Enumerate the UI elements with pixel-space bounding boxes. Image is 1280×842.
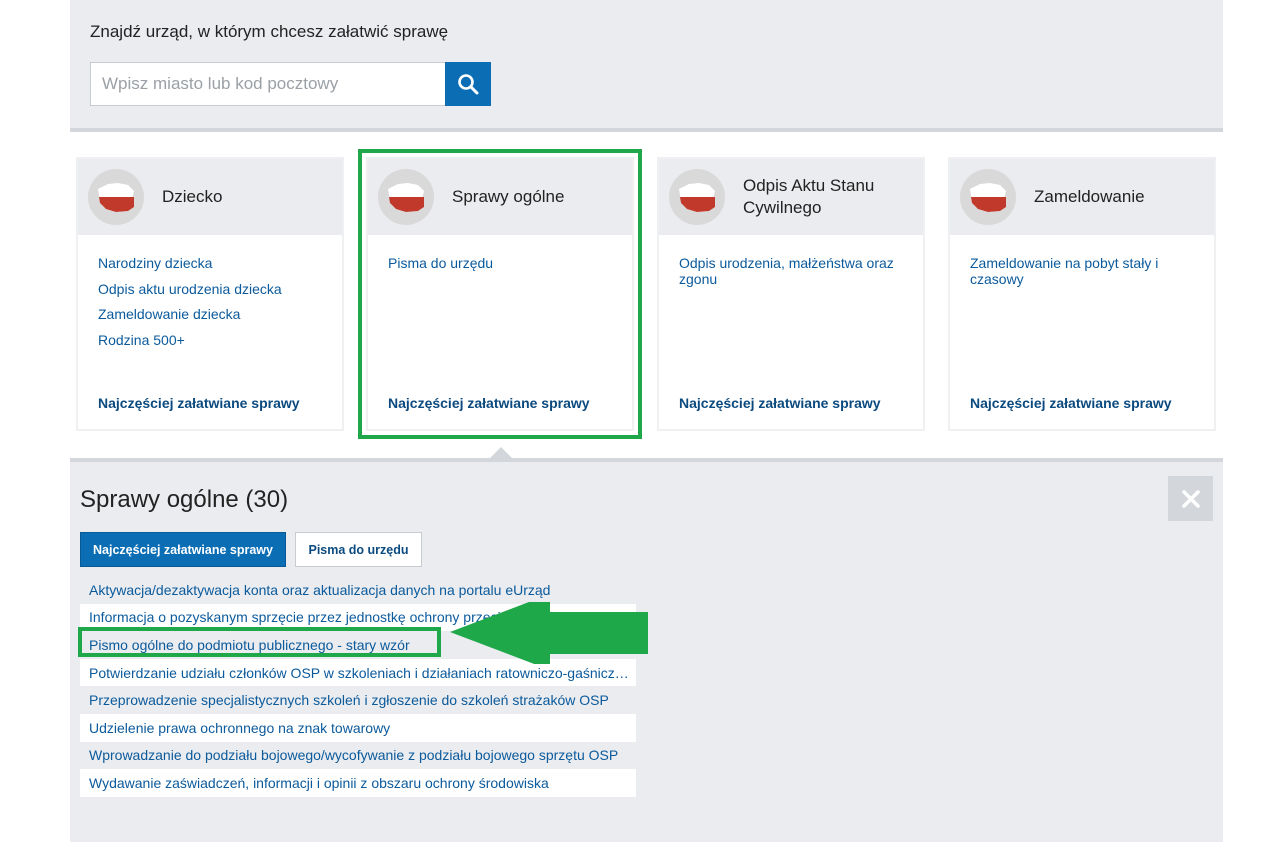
- tab-najczesciej[interactable]: Najczęściej załatwiane sprawy: [80, 532, 286, 567]
- card-link-zameldowanie-dziecka[interactable]: Zameldowanie dziecka: [98, 306, 322, 322]
- list-item[interactable]: Wprowadzanie do podziału bojowego/wycofy…: [80, 742, 636, 770]
- card-link-rodzina-500[interactable]: Rodzina 500+: [98, 332, 322, 348]
- search-panel: Znajdź urząd, w którym chcesz załatwić s…: [70, 0, 1223, 132]
- poland-map-icon: [960, 169, 1016, 225]
- card-dziecko[interactable]: Dziecko Narodziny dziecka Odpis aktu uro…: [76, 157, 344, 431]
- close-button[interactable]: [1168, 476, 1213, 521]
- card-link-odpis-urodzenia[interactable]: Odpis urodzenia, małżeństwa oraz zgonu: [679, 255, 903, 287]
- card-title: Dziecko: [162, 187, 223, 206]
- poland-map-icon: [88, 169, 144, 225]
- list-item[interactable]: Przeprowadzenie specjalistycznych szkole…: [80, 686, 636, 714]
- card-odpis-aktu-stanu[interactable]: Odpis Aktu Stanu Cywilnego Odpis urodzen…: [657, 157, 925, 431]
- search-button[interactable]: [445, 62, 491, 106]
- list-item[interactable]: Udzielenie prawa ochronnego na znak towa…: [80, 713, 636, 742]
- search-box: [90, 62, 491, 106]
- card-footer-link[interactable]: Najczęściej załatwiane sprawy: [98, 395, 300, 411]
- card-link-pisma[interactable]: Pisma do urzędu: [388, 255, 612, 271]
- selection-caret: [490, 447, 512, 458]
- card-footer-link[interactable]: Najczęściej załatwiane sprawy: [679, 395, 881, 411]
- list-item[interactable]: Wydawanie zaświadczeń, informacji i opin…: [80, 769, 636, 797]
- green-arrow-icon: [450, 602, 648, 664]
- card-link-zameldowanie-pobyt[interactable]: Zameldowanie na pobyt stały i czasowy: [970, 255, 1194, 287]
- search-icon: [458, 74, 479, 95]
- card-header: Odpis Aktu Stanu Cywilnego: [659, 159, 923, 235]
- card-title: Zameldowanie: [1034, 187, 1145, 206]
- detail-title: Sprawy ogólne (30): [80, 486, 289, 513]
- card-links: Narodziny dziecka Odpis aktu urodzenia d…: [78, 235, 342, 348]
- poland-map-icon: [669, 169, 725, 225]
- card-links: Zameldowanie na pobyt stały i czasowy: [950, 235, 1214, 287]
- card-links: Odpis urodzenia, małżeństwa oraz zgonu: [659, 235, 923, 287]
- page: Znajdź urząd, w którym chcesz załatwić s…: [0, 0, 1280, 842]
- search-title: Znajdź urząd, w którym chcesz załatwić s…: [90, 22, 449, 41]
- card-footer-link[interactable]: Najczęściej załatwiane sprawy: [388, 395, 590, 411]
- card-footer-link[interactable]: Najczęściej załatwiane sprawy: [970, 395, 1172, 411]
- card-link-odpis-aktu[interactable]: Odpis aktu urodzenia dziecka: [98, 281, 322, 297]
- card-zameldowanie[interactable]: Zameldowanie Zameldowanie na pobyt stały…: [948, 157, 1216, 431]
- card-links: Pisma do urzędu: [368, 235, 632, 271]
- search-input[interactable]: [90, 62, 445, 106]
- card-header: Dziecko: [78, 159, 342, 235]
- card-title: Sprawy ogólne: [452, 187, 565, 206]
- poland-map-icon: [378, 169, 434, 225]
- tab-pisma[interactable]: Pisma do urzędu: [295, 532, 422, 567]
- card-header: Sprawy ogólne: [368, 159, 632, 235]
- close-icon: [1181, 489, 1200, 508]
- card-header: Zameldowanie: [950, 159, 1214, 235]
- card-sprawy-ogolne[interactable]: Sprawy ogólne Pisma do urzędu Najczęście…: [358, 149, 642, 439]
- card-title: Odpis Aktu Stanu Cywilnego: [743, 176, 875, 217]
- card-link-narodziny[interactable]: Narodziny dziecka: [98, 255, 322, 271]
- list-item[interactable]: Aktywacja/dezaktywacja konta oraz aktual…: [80, 576, 636, 604]
